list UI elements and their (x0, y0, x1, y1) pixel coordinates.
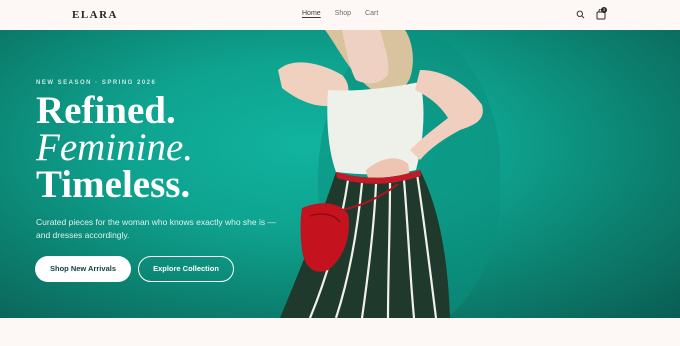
hero-headline: Refined. Feminine. Timeless. (36, 89, 194, 206)
explore-collection-button[interactable]: Explore Collection (138, 256, 234, 282)
nav-home[interactable]: Home (302, 10, 321, 17)
brand-logo[interactable]: ELARA (72, 9, 118, 21)
nav-cart[interactable]: Cart (365, 10, 378, 17)
headline-line-1: Refined. (36, 89, 176, 132)
shop-new-arrivals-button[interactable]: Shop New Arrivals (35, 256, 131, 282)
search-icon[interactable] (576, 10, 585, 19)
headline-line-2: Feminine. (36, 126, 194, 169)
hero-subtext: Curated pieces for the woman who knows e… (36, 217, 277, 240)
top-navigation: Home Shop Cart (302, 10, 378, 17)
headline-line-3: Timeless. (36, 163, 191, 206)
hero-eyebrow: NEW SEASON · SPRING 2026 (36, 80, 157, 86)
site-header: ELARA Home Shop Cart 3 (0, 0, 680, 30)
cart-count-badge: 3 (601, 7, 607, 13)
below-hero-section (0, 318, 680, 346)
nav-shop[interactable]: Shop (335, 10, 351, 17)
model-photo (278, 30, 500, 318)
hero-banner: NEW SEASON · SPRING 2026 Refined. Femini… (0, 30, 680, 318)
